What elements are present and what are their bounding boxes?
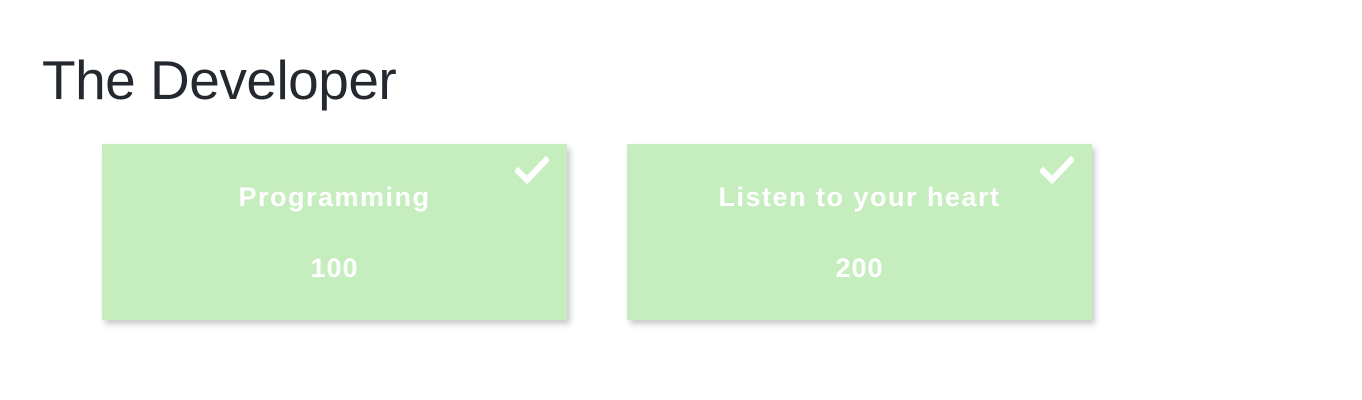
page-title: The Developer (42, 49, 397, 111)
check-icon (1040, 156, 1074, 184)
achievement-card[interactable]: Listen to your heart 200 (627, 144, 1092, 320)
card-points: 100 (310, 253, 359, 283)
achievement-card[interactable]: Programming 100 (102, 144, 567, 320)
card-title: Listen to your heart (718, 182, 1001, 212)
page: The Developer Programming 100 Listen to … (0, 0, 1362, 400)
check-icon (515, 156, 549, 184)
card-title: Programming (238, 182, 431, 212)
card-list: Programming 100 Listen to your heart 200 (102, 144, 1092, 320)
card-points: 200 (835, 253, 884, 283)
